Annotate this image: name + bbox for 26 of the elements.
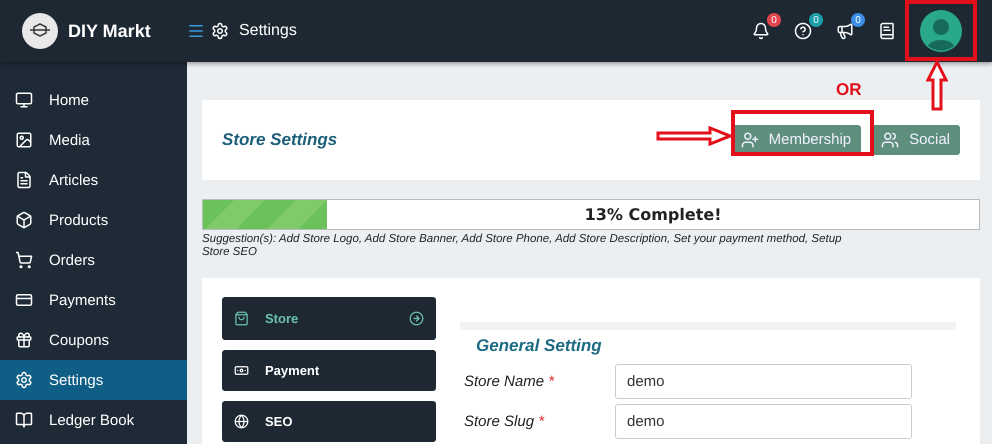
count-badge: 0	[767, 13, 781, 27]
sidebar-item[interactable]: Articles	[0, 160, 187, 200]
page-title: Settings	[239, 22, 297, 40]
sidebar-item[interactable]: Settings	[0, 360, 187, 400]
annotation-text: OR	[836, 80, 862, 100]
text-field[interactable]: demo	[615, 364, 912, 399]
suggestion-text: Suggestion(s): Add Store Logo, Add Store Banner, Add Store Phone, Add Store Description, Set your payment method, Setup Store SEO	[202, 233, 842, 259]
field-label: Store Slug *	[463, 413, 546, 430]
count-badge: 0	[809, 13, 823, 27]
field-label: Store Name *	[463, 373, 556, 390]
sidebar-item[interactable]: Payments	[0, 280, 187, 320]
sidebar-item[interactable]: Ledger Book	[0, 400, 187, 440]
settings-tab[interactable]: Store	[222, 297, 436, 340]
settings-tab[interactable]: SEO	[222, 401, 436, 442]
count-badge: 0	[851, 13, 865, 27]
card-title: Store Settings	[222, 130, 338, 150]
sidebar-item[interactable]: Orders	[0, 240, 187, 280]
text-field[interactable]: demo	[615, 404, 912, 439]
section-title: General Setting	[476, 336, 603, 356]
sidebar-item[interactable]: Media	[0, 120, 187, 160]
settings-tab[interactable]: Payment	[222, 350, 436, 391]
brand-name: DIY Markt	[68, 20, 151, 42]
sidebar-item[interactable]: Home	[0, 80, 187, 120]
progress-label: 13% Complete!	[584, 204, 722, 224]
sidebar-item[interactable]: Coupons	[0, 320, 187, 360]
sidebar-item[interactable]: Products	[0, 200, 187, 240]
